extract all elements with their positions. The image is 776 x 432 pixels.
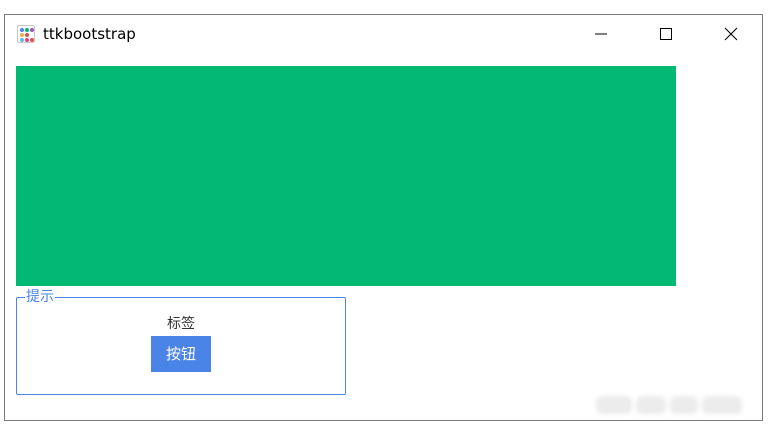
window-title: ttkbootstrap <box>43 25 136 43</box>
close-button[interactable] <box>708 15 754 53</box>
close-icon <box>724 27 738 41</box>
frame-label: 标签 <box>167 316 195 332</box>
minimize-button[interactable] <box>578 15 624 53</box>
ttkbootstrap-logo-icon <box>17 25 35 43</box>
app-window: ttkbootstrap 提示 标签 按钮 <box>4 14 763 421</box>
maximize-icon <box>660 28 672 40</box>
green-canvas <box>16 66 676 286</box>
frame-button[interactable]: 按钮 <box>151 336 211 372</box>
watermark-blur <box>596 392 756 418</box>
labelframe-title: 提示 <box>25 289 55 305</box>
hint-labelframe: 提示 标签 按钮 <box>16 289 346 395</box>
title-bar[interactable]: ttkbootstrap <box>5 15 762 53</box>
minimize-icon <box>595 33 607 35</box>
maximize-button[interactable] <box>643 15 689 53</box>
